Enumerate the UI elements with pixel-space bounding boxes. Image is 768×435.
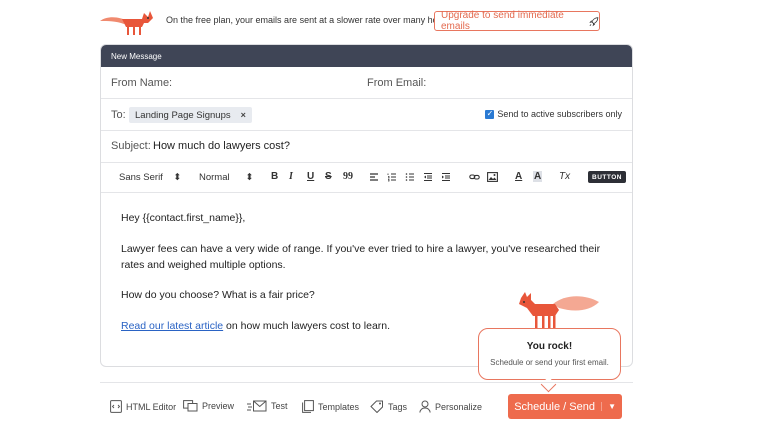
clear-format-icon[interactable]: Tx: [559, 171, 570, 182]
text-color-icon[interactable]: A: [515, 171, 522, 182]
bold-icon[interactable]: B: [271, 171, 278, 182]
body-paragraph-1: Lawyer fees can have a very wide of rang…: [121, 243, 601, 271]
from-name-field[interactable]: From Name:: [111, 77, 172, 89]
ordered-list-icon[interactable]: [387, 172, 397, 182]
html-editor-label: HTML Editor: [126, 401, 177, 412]
subject-label: Subject:: [111, 140, 151, 152]
italic-icon[interactable]: I: [289, 171, 293, 182]
recipient-list-tag[interactable]: Landing Page Signups ×: [129, 107, 252, 123]
popover-subtitle: Schedule or send your first email.: [490, 358, 609, 367]
test-button[interactable]: Test: [247, 400, 288, 412]
font-family-value: Sans Serif: [119, 172, 163, 183]
fox-mascot-icon: [519, 292, 599, 330]
bullet-list-icon[interactable]: [405, 172, 415, 182]
rocket-icon: [589, 16, 599, 26]
html-editor-button[interactable]: HTML Editor: [110, 400, 176, 413]
upgrade-label: Upgrade to send immediate emails: [441, 10, 564, 32]
composer-title: New Message: [111, 51, 162, 61]
article-link[interactable]: Read our latest article: [121, 320, 223, 332]
to-label: To:: [111, 109, 126, 121]
outdent-icon[interactable]: [423, 172, 433, 182]
font-size-select[interactable]: Normal ⬍: [199, 172, 253, 183]
format-toolbar: Sans Serif ⬍ Normal ⬍ B I U S 99 A A Tx …: [101, 163, 632, 193]
upgrade-button[interactable]: Upgrade to send immediate emails: [434, 10, 600, 32]
tag-icon: [370, 400, 383, 413]
to-row: To: Landing Page Signups × ✓ Send to act…: [101, 99, 632, 131]
send-test-icon: [247, 400, 267, 412]
image-icon[interactable]: [487, 172, 498, 182]
html-editor-icon: [110, 400, 122, 413]
insert-button-label: BUTTON: [592, 173, 622, 181]
caret-down-icon[interactable]: ▼: [601, 402, 622, 411]
active-subscribers-label: Send to active subscribers only: [497, 109, 622, 119]
from-row: From Name: From Email:: [101, 67, 632, 99]
test-label: Test: [271, 401, 288, 411]
templates-button[interactable]: Templates: [302, 400, 359, 413]
footer-divider: [100, 382, 633, 383]
plan-banner: On the free plan, your emails are sent a…: [0, 0, 768, 42]
link-icon[interactable]: [469, 172, 480, 182]
strikethrough-icon[interactable]: S: [325, 171, 332, 182]
background-color-icon[interactable]: A: [533, 171, 543, 182]
plan-notice-text: On the free plan, your emails are sent a…: [166, 15, 453, 25]
personalize-button[interactable]: Personalize: [419, 400, 482, 413]
templates-label: Templates: [318, 401, 360, 412]
font-family-select[interactable]: Sans Serif ⬍: [119, 172, 181, 183]
fox-logo-icon: [100, 11, 153, 35]
subject-row: Subject: How much do lawyers cost?: [101, 131, 632, 163]
preview-button[interactable]: Preview: [183, 400, 234, 412]
active-subscribers-option[interactable]: ✓ Send to active subscribers only: [485, 109, 622, 119]
blockquote-icon[interactable]: 99: [343, 171, 353, 182]
remove-tag-icon[interactable]: ×: [241, 110, 246, 120]
schedule-send-label: Schedule / Send: [514, 400, 595, 413]
tags-label: Tags: [388, 401, 408, 412]
align-left-icon[interactable]: [369, 172, 379, 182]
schedule-send-button[interactable]: Schedule / Send ▼: [508, 394, 622, 419]
recipient-list-name: Landing Page Signups: [135, 109, 231, 121]
from-email-field[interactable]: From Email:: [367, 77, 426, 89]
article-link-suffix: on how much lawyers cost to learn.: [223, 320, 391, 332]
insert-button-tool[interactable]: BUTTON: [588, 171, 626, 183]
indent-icon[interactable]: [441, 172, 451, 182]
body-greeting: Hey {{contact.first_name}},: [121, 212, 246, 224]
select-caret-icon: ⬍: [173, 172, 182, 183]
composer-header: New Message: [101, 45, 632, 67]
subject-input[interactable]: How much do lawyers cost?: [153, 140, 290, 152]
popover-title: You rock!: [526, 341, 573, 352]
select-caret-icon: ⬍: [245, 172, 254, 183]
templates-icon: [302, 400, 314, 413]
preview-label: Preview: [202, 401, 235, 411]
underline-icon[interactable]: U: [307, 171, 314, 182]
active-subscribers-checkbox[interactable]: ✓: [485, 109, 495, 119]
font-size-value: Normal: [199, 172, 230, 183]
onboarding-popover: You rock! Schedule or send your first em…: [478, 328, 621, 380]
tags-button[interactable]: Tags: [370, 400, 407, 413]
personalize-label: Personalize: [435, 401, 483, 412]
preview-icon: [183, 400, 198, 412]
person-icon: [419, 400, 431, 413]
